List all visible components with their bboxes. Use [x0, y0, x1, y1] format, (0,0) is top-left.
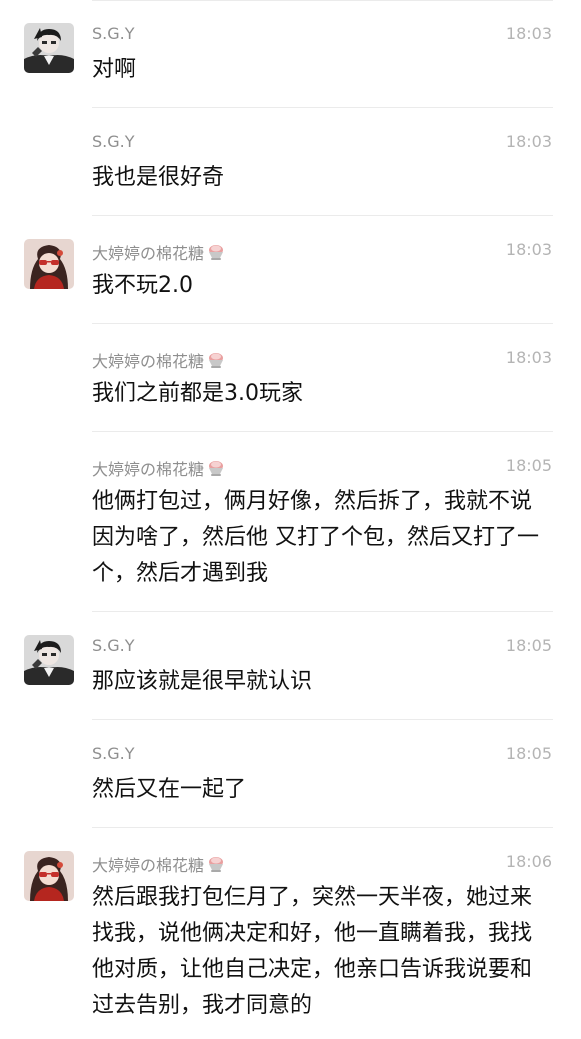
message-text: 那应该就是很早就认识 [92, 669, 313, 694]
shaved-ice-icon [207, 243, 225, 265]
shaved-ice-icon [207, 855, 225, 877]
divider [92, 0, 553, 1]
sender-name[interactable]: S.G.Y [92, 636, 135, 655]
divider [92, 611, 553, 612]
female-avatar-icon [24, 851, 74, 901]
message-text: 然后跟我打包仨月了，突然一天半夜，她过来找我，说他俩决定和好，他一直瞒着我，我找… [92, 885, 533, 1018]
sender-name[interactable]: S.G.Y [92, 744, 135, 763]
male-avatar-icon [24, 635, 74, 685]
divider [92, 431, 553, 432]
avatar[interactable] [24, 239, 74, 289]
sender-name[interactable]: S.G.Y [92, 132, 135, 151]
message-text: 我也是很好奇 [92, 165, 225, 190]
message-time: 18:03 [505, 24, 552, 43]
message-text: 我们之前都是3.0玩家 [92, 381, 303, 406]
female-avatar-icon [24, 239, 74, 289]
divider [92, 719, 553, 720]
message-time: 18:06 [505, 852, 552, 871]
message-text: 他俩打包过，俩月好像，然后拆了，我就不说因为啥了，然后他 又打了个包，然后又打了… [92, 489, 539, 586]
sender-name[interactable]: 大婷婷の棉花糖 [92, 852, 225, 877]
sender-name-label: 大婷婷の棉花糖 [92, 352, 205, 371]
divider [92, 323, 553, 324]
sender-name[interactable]: 大婷婷の棉花糖 [92, 240, 225, 265]
shaved-ice-icon [207, 351, 225, 373]
message-text: 我不玩2.0 [92, 273, 193, 298]
avatar[interactable] [24, 635, 74, 685]
divider [92, 827, 553, 828]
message-text: 对啊 [92, 57, 137, 82]
message-text: 然后又在一起了 [92, 777, 247, 802]
message-time: 18:03 [505, 132, 552, 151]
sender-name[interactable]: 大婷婷の棉花糖 [92, 456, 225, 481]
sender-name[interactable]: S.G.Y [92, 24, 135, 43]
sender-name[interactable]: 大婷婷の棉花糖 [92, 348, 225, 373]
shaved-ice-icon [207, 459, 225, 481]
avatar[interactable] [24, 23, 74, 73]
avatar[interactable] [24, 851, 74, 901]
sender-name-label: 大婷婷の棉花糖 [92, 856, 205, 875]
message-time: 18:03 [505, 348, 552, 367]
message-time: 18:03 [505, 240, 552, 259]
male-avatar-icon [24, 23, 74, 73]
sender-name-label: 大婷婷の棉花糖 [92, 460, 205, 479]
sender-name-label: 大婷婷の棉花糖 [92, 244, 205, 263]
message-time: 18:05 [505, 744, 552, 763]
message-time: 18:05 [505, 456, 552, 475]
divider [92, 215, 553, 216]
divider [92, 107, 553, 108]
message-time: 18:05 [505, 636, 552, 655]
